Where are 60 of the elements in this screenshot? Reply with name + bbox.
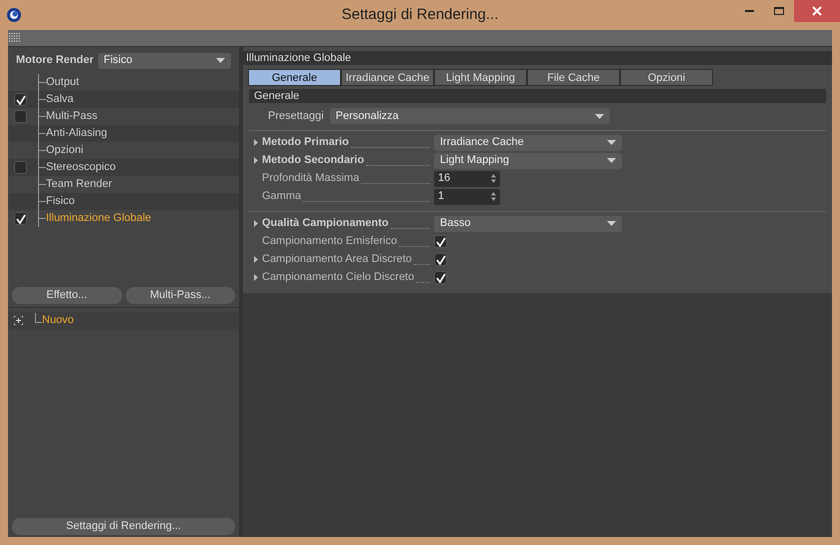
app-logo-icon (6, 7, 22, 23)
panel-title: Illuminazione Globale (243, 51, 832, 65)
caret-icon (594, 114, 604, 119)
field-label: Campionamento Cielo Discreto (262, 270, 414, 286)
expand-arrow-icon[interactable] (254, 139, 258, 146)
sidebar-button[interactable]: Multi-Pass... (126, 287, 235, 304)
field-label: Campionamento Emisferico (262, 234, 398, 250)
method-dropdown[interactable]: Basso (434, 216, 622, 232)
field-label: Metodo Primario (262, 135, 349, 150)
spinner-arrows-icon[interactable] (491, 174, 496, 183)
checkbox-checked[interactable] (434, 235, 447, 248)
caret-icon (607, 158, 616, 163)
tab[interactable]: File Cache (527, 69, 620, 86)
number-field[interactable]: 1 (434, 188, 500, 204)
section-header: Generale (249, 89, 826, 103)
render-settings-button[interactable]: Settaggi di Rendering... (12, 518, 235, 535)
expand-arrow-icon[interactable] (254, 256, 258, 263)
checkbox[interactable] (14, 161, 27, 174)
sidebar-item[interactable]: Multi-Pass (46, 108, 98, 125)
checkbox[interactable] (14, 110, 27, 123)
field-label: Presettaggi (268, 109, 324, 124)
close-icon (812, 6, 822, 16)
field-label: Qualità Campionamento (262, 216, 389, 232)
checkbox-checked[interactable] (14, 212, 27, 225)
caret-icon (607, 140, 616, 145)
window-title: Settaggi di Rendering... (340, 4, 500, 25)
field-label: Gamma (262, 189, 302, 204)
expand-arrow-icon[interactable] (254, 157, 258, 164)
render-engine-label: Motore Render (16, 53, 94, 68)
target-icon (14, 316, 23, 325)
sidebar-item[interactable]: Opzioni (46, 142, 84, 159)
sidebar-item[interactable]: Illuminazione Globale (46, 210, 152, 227)
tab[interactable]: Opzioni (620, 69, 713, 86)
spinner-arrows-icon[interactable] (491, 192, 496, 201)
field-label: Campionamento Area Discreto (262, 252, 412, 268)
method-dropdown[interactable]: Light Mapping (434, 152, 622, 168)
caret-icon (607, 221, 616, 226)
presets-dropdown[interactable]: Personalizza (330, 108, 610, 124)
checkbox-checked[interactable] (434, 253, 447, 266)
field-label: Metodo Secondario (262, 153, 364, 168)
field-label: Profondità Massima (262, 171, 360, 186)
sidebar-item[interactable]: Team Render (46, 176, 112, 193)
tab[interactable]: Light Mapping (434, 69, 527, 86)
tab[interactable]: Irradiance Cache (341, 69, 434, 86)
close-button[interactable] (794, 0, 840, 22)
checkbox-checked[interactable] (14, 93, 27, 106)
sidebar-item[interactable]: Output (46, 74, 80, 91)
sidebar-button[interactable]: Effetto... (12, 287, 122, 304)
number-field[interactable]: 16 (434, 170, 500, 186)
checkbox-checked[interactable] (434, 271, 447, 284)
grip-icon[interactable] (9, 33, 21, 43)
expand-arrow-icon[interactable] (254, 220, 258, 227)
render-engine-dropdown[interactable]: Fisico (98, 52, 231, 68)
method-dropdown[interactable]: Irradiance Cache (434, 134, 622, 150)
preset-item[interactable]: Nuovo (42, 312, 74, 329)
sidebar-item[interactable]: Fisico (46, 193, 75, 210)
expand-arrow-icon[interactable] (254, 274, 258, 281)
caret-icon (216, 58, 225, 63)
sidebar-item[interactable]: Salva (46, 91, 74, 108)
tab[interactable]: Generale (248, 69, 341, 86)
